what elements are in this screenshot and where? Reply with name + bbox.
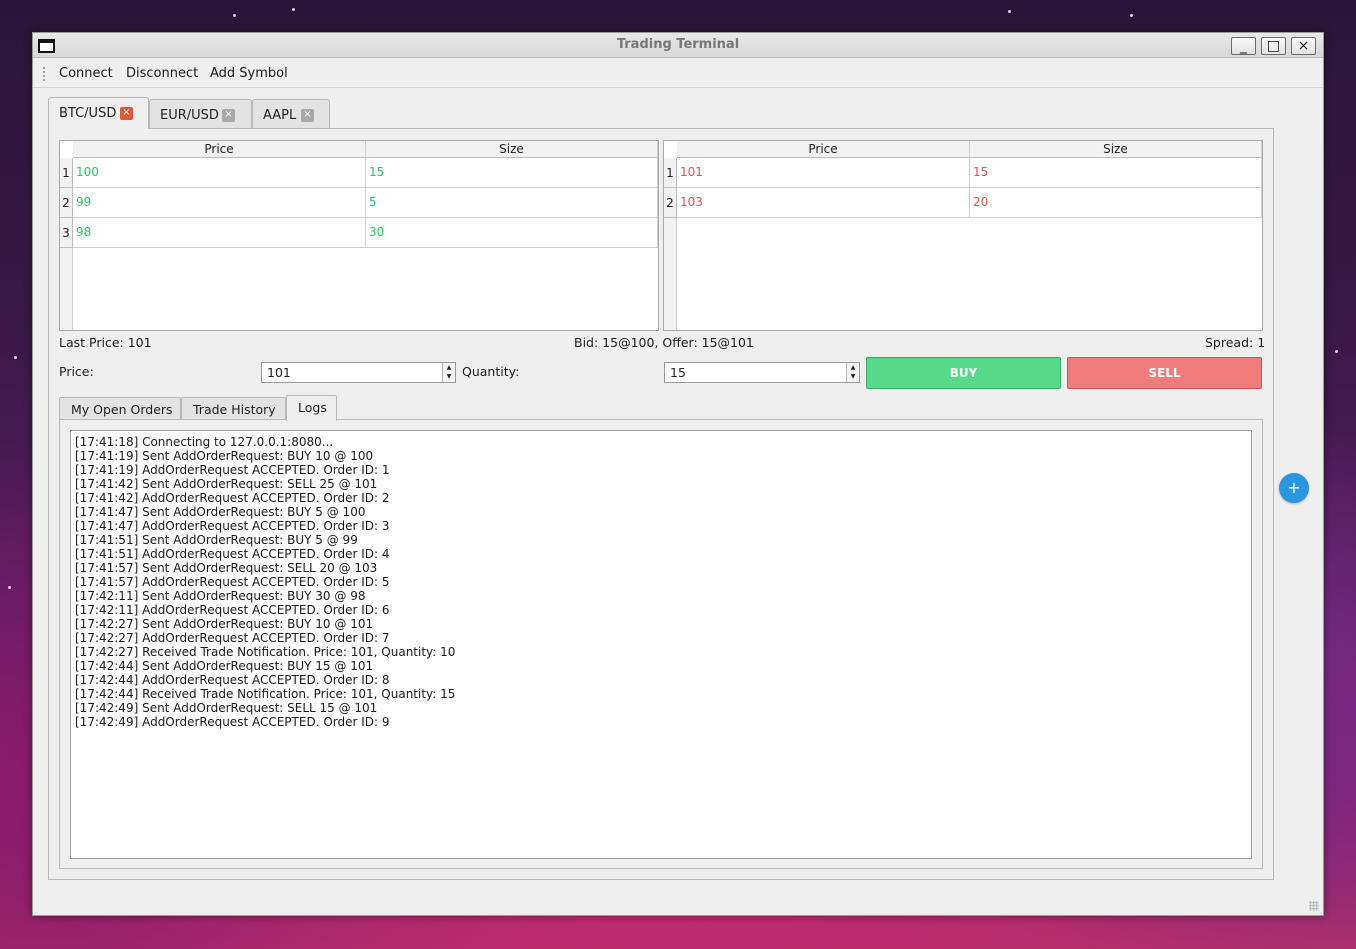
price-value: 101 <box>267 365 291 380</box>
tab-close-icon[interactable]: × <box>301 109 314 122</box>
background-star <box>233 14 236 17</box>
price-spinbox[interactable]: 101 ▲ ▼ <box>261 362 456 383</box>
trading-terminal-window: Trading Terminal _ □ × Connect Disconnec… <box>32 32 1324 916</box>
row-number: 1 <box>60 158 73 188</box>
bid-offer-label: Bid: 15@100, Offer: 15@101 <box>574 335 754 350</box>
sell-button[interactable]: SELL <box>1067 357 1262 389</box>
log-line: [17:41:42] AddOrderRequest ACCEPTED. Ord… <box>75 491 390 505</box>
spin-arrows-icon[interactable]: ▲ ▼ <box>846 363 859 382</box>
ask-price-cell[interactable]: 103 <box>677 188 970 218</box>
spin-arrows-icon[interactable]: ▲ ▼ <box>442 363 455 382</box>
quantity-label: Quantity: <box>462 364 520 379</box>
disconnect-button[interactable]: Disconnect <box>126 66 198 81</box>
background-star <box>1008 10 1011 13</box>
column-header-size[interactable]: Size <box>970 141 1262 158</box>
log-line: [17:42:49] AddOrderRequest ACCEPTED. Ord… <box>75 715 390 729</box>
add-floating-button[interactable]: + <box>1279 473 1309 503</box>
column-header-price[interactable]: Price <box>73 141 366 158</box>
log-line: [17:41:42] Sent AddOrderRequest: SELL 25… <box>75 477 378 491</box>
tab-logs[interactable]: Logs <box>286 395 337 421</box>
log-line: [17:41:19] AddOrderRequest ACCEPTED. Ord… <box>75 463 390 477</box>
log-line: [17:42:11] AddOrderRequest ACCEPTED. Ord… <box>75 603 390 617</box>
tab-aapl[interactable]: AAPL × <box>252 99 330 128</box>
log-line: [17:42:27] AddOrderRequest ACCEPTED. Ord… <box>75 631 390 645</box>
log-line: [17:42:49] Sent AddOrderRequest: SELL 15… <box>75 701 378 715</box>
ask-order-book-table[interactable]: Price Size 1 101 15 2 103 20 <box>663 140 1263 331</box>
tab-close-icon[interactable]: × <box>120 107 133 120</box>
log-line: [17:41:18] Connecting to 127.0.0.1:8080.… <box>75 435 334 449</box>
buy-button[interactable]: BUY <box>866 357 1061 389</box>
row-number: 3 <box>60 218 73 248</box>
close-button[interactable]: × <box>1291 37 1316 55</box>
bid-size-cell[interactable]: 15 <box>366 158 658 188</box>
log-line: [17:42:44] Received Trade Notification. … <box>75 687 456 701</box>
log-line: [17:41:57] AddOrderRequest ACCEPTED. Ord… <box>75 575 390 589</box>
ask-price-cell[interactable]: 101 <box>677 158 970 188</box>
add-symbol-button[interactable]: Add Symbol <box>210 66 288 81</box>
quantity-spinbox[interactable]: 15 ▲ ▼ <box>664 362 860 383</box>
tab-trade-history[interactable]: Trade History <box>181 397 286 420</box>
log-line: [17:41:51] Sent AddOrderRequest: BUY 5 @… <box>75 533 358 547</box>
log-line: [17:42:27] Sent AddOrderRequest: BUY 10 … <box>75 617 374 631</box>
background-star <box>292 8 295 11</box>
log-line: [17:42:44] AddOrderRequest ACCEPTED. Ord… <box>75 673 390 687</box>
price-label: Price: <box>59 364 94 379</box>
window-title: Trading Terminal <box>616 37 740 52</box>
background-star <box>1335 350 1338 353</box>
log-line: [17:41:47] Sent AddOrderRequest: BUY 5 @… <box>75 505 366 519</box>
log-line: [17:41:47] AddOrderRequest ACCEPTED. Ord… <box>75 519 390 533</box>
row-number: 2 <box>60 188 73 218</box>
column-header-size[interactable]: Size <box>366 141 658 158</box>
bid-price-cell[interactable]: 99 <box>73 188 366 218</box>
tab-label: EUR/USD <box>160 108 219 123</box>
spread-label: Spread: 1 <box>1205 335 1266 350</box>
logs-pane: [17:41:18] Connecting to 127.0.0.1:8080.… <box>59 419 1263 869</box>
log-line: [17:42:44] Sent AddOrderRequest: BUY 15 … <box>75 659 374 673</box>
resize-grip-handle[interactable] <box>1309 901 1319 911</box>
quantity-value: 15 <box>670 365 686 380</box>
minimize-button[interactable]: _ <box>1231 37 1256 55</box>
connect-button[interactable]: Connect <box>59 66 113 81</box>
log-line: [17:41:19] Sent AddOrderRequest: BUY 10 … <box>75 449 374 463</box>
column-header-price[interactable]: Price <box>677 141 970 158</box>
background-star <box>1130 14 1133 17</box>
tab-btc-usd[interactable]: BTC/USD × <box>48 97 149 129</box>
log-line: [17:42:11] Sent AddOrderRequest: BUY 30 … <box>75 589 366 603</box>
ask-size-cell[interactable]: 15 <box>970 158 1262 188</box>
tab-label: AAPL <box>263 108 297 123</box>
tab-label: BTC/USD <box>59 106 117 121</box>
log-line: [17:41:57] Sent AddOrderRequest: SELL 20… <box>75 561 378 575</box>
table-row[interactable]: 2 103 20 <box>664 188 1262 218</box>
table-row[interactable]: 3 98 30 <box>60 218 658 248</box>
bid-price-cell[interactable]: 98 <box>73 218 366 248</box>
last-price-label: Last Price: 101 <box>59 335 152 350</box>
background-star <box>14 356 17 359</box>
row-number: 1 <box>664 158 677 188</box>
log-text-area[interactable]: [17:41:18] Connecting to 127.0.0.1:8080.… <box>70 430 1252 859</box>
table-row[interactable]: 2 99 5 <box>60 188 658 218</box>
table-row[interactable]: 1 101 15 <box>664 158 1262 188</box>
toolbar-grip-handle[interactable] <box>42 66 46 82</box>
tab-close-icon[interactable]: × <box>222 109 235 122</box>
bid-price-cell[interactable]: 100 <box>73 158 366 188</box>
bid-order-book-table[interactable]: Price Size 1 100 15 2 99 5 3 98 30 <box>59 140 659 331</box>
title-bar[interactable]: Trading Terminal _ □ × <box>33 33 1323 58</box>
table-row[interactable]: 1 100 15 <box>60 158 658 188</box>
symbol-tab-pane: Price Size 1 100 15 2 99 5 3 98 30 Price… <box>48 128 1274 880</box>
log-line: [17:41:51] AddOrderRequest ACCEPTED. Ord… <box>75 547 390 561</box>
log-line: [17:42:27] Received Trade Notification. … <box>75 645 456 659</box>
toolbar: Connect Disconnect Add Symbol <box>33 59 1323 88</box>
background-star <box>8 586 11 589</box>
bid-size-cell[interactable]: 30 <box>366 218 658 248</box>
ask-size-cell[interactable]: 20 <box>970 188 1262 218</box>
tab-eur-usd[interactable]: EUR/USD × <box>149 99 252 128</box>
tab-my-open-orders[interactable]: My Open Orders <box>59 397 181 420</box>
maximize-button[interactable]: □ <box>1261 37 1286 55</box>
bid-size-cell[interactable]: 5 <box>366 188 658 218</box>
row-number: 2 <box>664 188 677 218</box>
